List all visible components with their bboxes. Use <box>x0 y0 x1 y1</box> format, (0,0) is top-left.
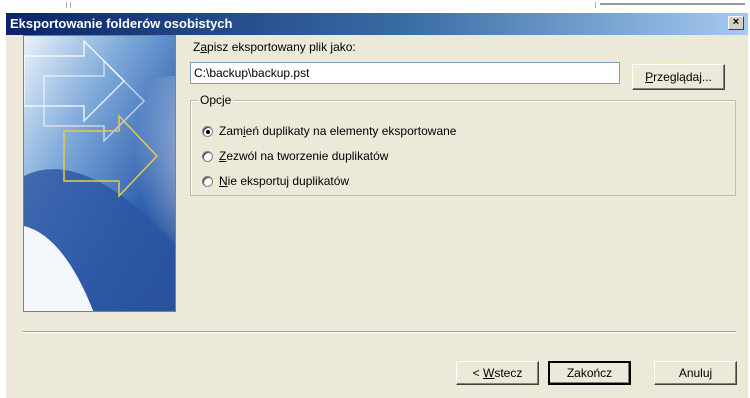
file-path-input[interactable] <box>190 62 620 84</box>
options-legend: Opcje <box>198 93 234 107</box>
radio-no-duplicates[interactable]: Nie eksportuj duplikatów <box>202 173 349 189</box>
wizard-side-image <box>23 35 176 312</box>
radio-button[interactable] <box>202 125 213 137</box>
radio-label: Nie eksportuj duplikatów <box>219 174 350 188</box>
cancel-button[interactable]: Anuluj <box>654 361 737 385</box>
window-title: Eksportowanie folderów osobistych <box>10 16 233 31</box>
browse-button[interactable]: Przeglądaj... <box>632 64 725 90</box>
background-window-strip <box>0 0 750 14</box>
radio-label: Zamień duplikaty na elementy eksportowan… <box>219 124 457 138</box>
footer-separator <box>23 331 736 333</box>
finish-button[interactable]: Zakończ <box>548 361 631 385</box>
close-button[interactable]: × <box>728 16 744 30</box>
title-bar: Eksportowanie folderów osobistych × <box>6 13 748 35</box>
strip-tick <box>70 2 71 8</box>
strip-tick <box>595 2 596 8</box>
radio-replace-duplicates[interactable]: Zamień duplikaty na elementy eksportowan… <box>202 123 456 139</box>
radio-label: Zezwól na tworzenie duplikatów <box>219 149 389 163</box>
radio-allow-duplicates[interactable]: Zezwól na tworzenie duplikatów <box>202 148 388 164</box>
close-icon: × <box>732 16 740 28</box>
strip-bar <box>600 3 745 5</box>
strip-tick <box>66 2 67 8</box>
save-as-label: Zapisz eksportowany plik jako: <box>193 40 356 54</box>
radio-button[interactable] <box>202 150 213 162</box>
back-button[interactable]: < Wstecz <box>456 361 539 385</box>
radio-button[interactable] <box>202 175 213 187</box>
